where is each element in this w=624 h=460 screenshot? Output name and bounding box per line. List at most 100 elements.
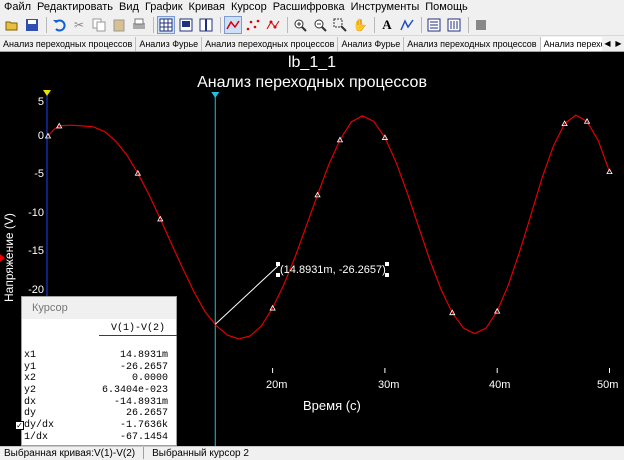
x-tick-label: 30m [378,379,400,391]
print-icon[interactable] [130,16,148,34]
plot-title: lb_1_1 [287,54,337,71]
cursor-panel-title: Курсор [22,297,176,319]
status-selected-cursor: Выбранный курсор 2 [152,448,249,459]
x-tick-label: 40m [489,379,511,391]
analysis-tabs: Анализ переходных процессов Анализ Фурье… [0,37,624,52]
cursor-row: x1 14.8931m [22,350,176,362]
cursor-row: dy 26.2657 [22,408,176,420]
row-value: -1.7636k [119,420,168,432]
cursor-values: x1 14.8931m y1 -26.2657 x2 0.0000 y2 6.3404e… [22,350,176,444]
pan-icon[interactable]: ✋ [351,16,369,34]
toolbar-separator [153,16,154,33]
import-icon[interactable] [445,16,463,34]
tab-scroll-left-icon[interactable]: ◀ [602,37,613,51]
copy-icon[interactable] [90,16,108,34]
row-value: 6.3404e-023 [101,385,168,397]
plot-subtitle: Анализ переходных процессов [197,74,427,91]
row-value: 0.0000 [131,373,168,385]
x-axis-label: Время (с) [303,398,361,413]
undo-icon[interactable] [50,16,68,34]
paste-icon[interactable] [110,16,128,34]
readout-handle[interactable] [276,273,280,277]
tab-fourier-1[interactable]: Анализ Фурье [136,37,203,51]
readout-handle[interactable] [385,262,389,266]
row-value: 26.2657 [125,408,168,420]
show-line-icon[interactable] [224,15,242,34]
menu-view[interactable]: Вид [116,0,142,14]
toolbar-separator [220,16,221,33]
grid-icon[interactable] [157,15,175,34]
readout-handle[interactable] [385,273,389,277]
cut-icon[interactable]: ✂ [70,16,88,34]
cursor-row: 1/dx -67.1454 [22,432,176,444]
cursor-row: dx -14.8931m [22,397,176,409]
menu-graph[interactable]: График [142,0,186,14]
cursor-icon[interactable] [197,16,215,34]
toolbar-separator [374,16,375,33]
cursor-row: x2 0.0000 [22,373,176,385]
y-tick-label: -15 [28,245,44,257]
menu-file[interactable]: Файл [0,0,34,14]
y-tick-label: 0 [37,130,44,142]
cursor-readout[interactable]: (14.8931m, -26.2657) [280,264,386,276]
y-tick-label: -10 [28,207,44,219]
tab-transient-2[interactable]: Анализ переходных процессов [202,37,339,51]
cursor-leader-line [214,265,279,325]
trace-marker-icon [0,254,5,262]
row-key: 1/dx [24,431,49,443]
row-key: dy [24,408,37,420]
text-icon[interactable]: A [378,16,396,34]
tab-fourier-2[interactable]: Анализ Фурье [338,37,405,51]
cursor-panel-header: V(1)-V(2) [99,323,177,336]
row-key: dy/dx [24,420,55,432]
y-tick-label: -5 [34,168,44,180]
row-key: y1 [24,361,37,373]
cursor-panel[interactable]: Курсор V(1)-V(2) x1 14.8931m y1 -26.2657 x… [21,296,177,446]
tab-scroll: ◀ ▶ [602,37,624,51]
tab-transient-3[interactable]: Анализ переходных процессов [404,37,541,51]
cursor-row: dy/dx -1.7636k [22,420,176,432]
zoom-out-icon[interactable] [311,16,329,34]
y-tick-label: -20 [28,284,44,296]
show-both-icon[interactable] [264,16,282,34]
cursor-1-marker-icon[interactable] [211,92,220,98]
row-key: dx [24,396,37,408]
status-separator [143,447,145,459]
menu-decode[interactable]: Расшифровка [270,0,348,14]
tab-transient-1[interactable]: Анализ переходных процессов [0,37,137,51]
zoom-in-icon[interactable] [291,16,309,34]
x-tick-label: 50m [597,379,619,391]
menu-help[interactable]: Помощь [422,0,471,14]
toolbar: ✂ ✋ A [0,14,624,36]
export-icon[interactable] [425,16,443,34]
stop-icon[interactable] [472,16,490,34]
menu-tools[interactable]: Инструменты [348,0,423,14]
toolbar-separator [421,16,422,33]
zoom-area-icon[interactable] [331,16,349,34]
legend-icon[interactable] [177,16,195,34]
menu-edit[interactable]: Редактировать [34,0,116,14]
status-selected-curve: Выбранная кривая:V(1)-V(2) [4,448,136,459]
x-tick-label: 20m [266,379,288,391]
show-points-icon[interactable] [244,16,262,34]
row-key: x1 [24,350,37,361]
row-key: y2 [24,385,37,397]
status-bar: Выбранная кривая:V(1)-V(2) Выбранный кур… [0,446,624,460]
row-value: -26.2657 [119,361,168,373]
open-icon[interactable] [3,16,21,34]
menu-cursor[interactable]: Курсор [228,0,270,14]
menu-curve[interactable]: Кривая [186,0,228,14]
toolbar-separator [46,16,47,33]
cursor-row: y1 -26.2657 [22,362,176,374]
y-tick-label: 5 [37,96,44,108]
menu-bar: Файл Редактировать Вид График Кривая Кур… [0,0,624,14]
tab-scroll-right-icon[interactable]: ▶ [613,37,624,51]
trace-checkbox[interactable]: ✓ [15,421,24,430]
row-value: -67.1454 [119,431,168,443]
readout-handle[interactable] [276,262,280,266]
save-icon[interactable] [23,16,41,34]
color-icon[interactable] [398,16,416,34]
cursor-row: y2 6.3404e-023 [22,385,176,397]
row-value: -14.8931m [113,396,168,408]
toolbar-separator [468,16,469,33]
